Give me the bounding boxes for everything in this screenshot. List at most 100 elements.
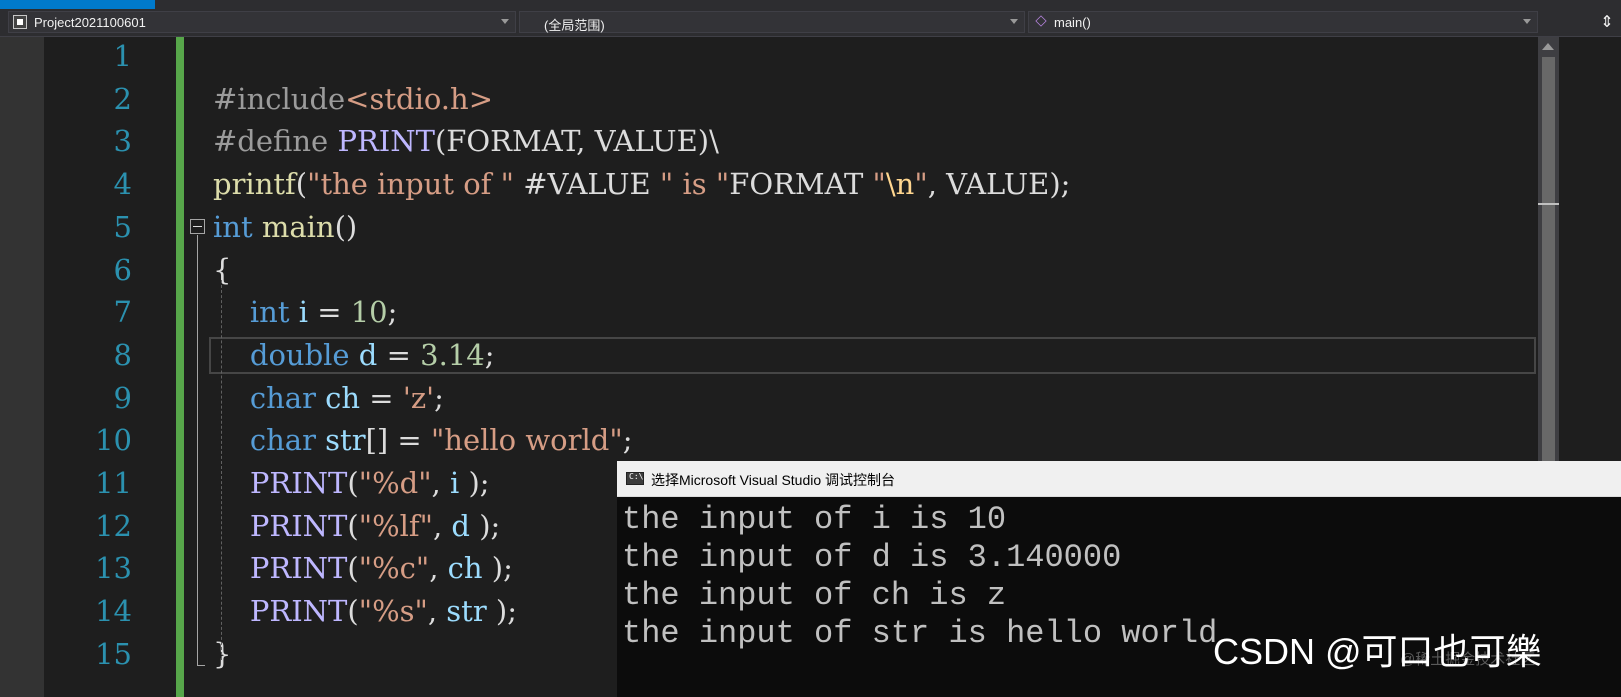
code-token: " — [872, 167, 886, 202]
code-token: #VALUE — [513, 167, 660, 202]
code-line[interactable]: PRINT("%lf", d ); — [213, 505, 500, 548]
code-token: <stdio.h> — [345, 81, 493, 116]
code-token: #define — [213, 124, 338, 159]
code-token: i — [289, 295, 308, 330]
code-line[interactable]: PRINT("%s", str ); — [213, 590, 517, 633]
code-token: "the input of " — [307, 167, 514, 202]
scroll-up-icon[interactable] — [1542, 43, 1554, 50]
code-token: ch — [447, 551, 483, 586]
code-token: ch — [315, 380, 361, 415]
line-number: 4 — [113, 167, 132, 202]
project-name: Project2021100601 — [34, 15, 146, 30]
code-line[interactable]: } — [213, 633, 231, 676]
line-number: 5 — [113, 209, 132, 244]
code-token: str — [315, 423, 366, 458]
line-number: 6 — [113, 252, 132, 287]
title-strip — [0, 0, 1621, 9]
code-token: FORMAT — [729, 167, 873, 202]
line-number: 1 — [113, 39, 132, 73]
code-token: ); — [482, 551, 513, 586]
code-token: [] = — [365, 423, 431, 458]
code-line[interactable]: #define PRINT(FORMAT, VALUE)\ — [213, 120, 719, 163]
code-token: ; — [387, 295, 398, 330]
code-token: ); — [459, 466, 490, 500]
change-tracking-bar — [176, 37, 184, 697]
code-token: , — [427, 594, 447, 629]
line-number: 10 — [95, 423, 132, 458]
code-token: "%s" — [358, 594, 428, 629]
scrollbar-caret-marker — [1538, 203, 1560, 205]
code-line[interactable]: int i = 10; — [213, 291, 398, 334]
line-number: 3 — [113, 124, 132, 159]
code-token: char — [249, 380, 316, 415]
code-line[interactable]: printf("the input of " #VALUE " is "FORM… — [213, 163, 1070, 206]
code-token: d — [451, 508, 470, 543]
project-icon — [13, 15, 27, 29]
code-token: (FORMAT, VALUE)\ — [434, 124, 719, 159]
collapse-toggle-icon[interactable] — [190, 219, 205, 234]
code-token: 'z' — [402, 380, 435, 415]
indent-guide — [221, 280, 222, 660]
console-output-line: the input of i is 10 — [622, 501, 1007, 538]
scope-dropdown[interactable]: (全局范围) — [519, 11, 1025, 33]
console-output-line: the input of str is hello world — [622, 615, 1218, 652]
code-token: PRINT — [249, 508, 348, 543]
code-token: i — [449, 466, 460, 500]
fold-guide-end — [197, 665, 205, 666]
code-token: , VALUE); — [927, 167, 1071, 202]
code-token: = — [360, 380, 403, 415]
code-token: int — [213, 209, 253, 244]
function-dropdown[interactable]: main() — [1028, 11, 1538, 33]
current-line-highlight — [209, 337, 1536, 374]
code-token: " — [914, 167, 928, 202]
code-line[interactable]: int main() — [213, 206, 357, 249]
code-token: "%c" — [358, 551, 430, 586]
code-token: main — [252, 209, 335, 244]
code-token: PRINT — [337, 124, 435, 159]
console-title: 选择Microsoft Visual Studio 调试控制台 — [651, 472, 896, 488]
code-token: { — [213, 252, 232, 287]
code-line[interactable]: char str[] = "hello world"; — [213, 419, 633, 462]
console-title-bar[interactable]: 选择Microsoft Visual Studio 调试控制台 — [617, 461, 1621, 497]
code-token: ( — [347, 466, 359, 500]
scope-name: (全局范围) — [544, 18, 605, 33]
line-number: 12 — [95, 508, 132, 543]
document-tab[interactable] — [0, 0, 155, 9]
scrollbar-thumb[interactable] — [1542, 57, 1555, 477]
code-line[interactable]: PRINT("%d", i ); — [213, 462, 490, 505]
function-cube-icon — [1035, 15, 1047, 27]
code-line[interactable]: char ch = 'z'; — [213, 377, 444, 420]
code-token: "hello world" — [430, 423, 623, 458]
watermark: CSDN @可口也可樂 — [1213, 631, 1542, 672]
console-output-line: the input of ch is z — [622, 577, 1007, 614]
code-line[interactable]: PRINT("%c", ch ); — [213, 547, 513, 590]
line-number: 8 — [113, 337, 132, 372]
code-token: ( — [347, 594, 359, 629]
project-dropdown[interactable]: Project2021100601 — [8, 11, 516, 33]
code-token: ( — [347, 508, 359, 543]
code-token: , — [432, 508, 452, 543]
line-number: 7 — [113, 295, 132, 330]
code-token: PRINT — [249, 594, 348, 629]
code-token: ; — [434, 380, 444, 415]
fold-guide — [197, 235, 198, 665]
line-number: 13 — [95, 551, 132, 586]
code-token: 10 — [350, 295, 388, 330]
code-token: ; — [622, 423, 633, 458]
code-token: PRINT — [249, 466, 348, 500]
code-token: ( — [347, 551, 359, 586]
line-number: 2 — [113, 81, 132, 116]
line-number: 14 — [95, 594, 132, 629]
code-line[interactable]: { — [213, 249, 231, 292]
code-line[interactable]: #include<stdio.h> — [213, 78, 493, 121]
code-token: = — [307, 295, 351, 330]
split-window-icon[interactable]: ⇕ — [1597, 13, 1617, 33]
code-token: " is " — [659, 167, 730, 202]
navigation-bar: Project2021100601 (全局范围) main() ⇕ — [0, 9, 1621, 37]
editor-margin — [0, 37, 44, 697]
